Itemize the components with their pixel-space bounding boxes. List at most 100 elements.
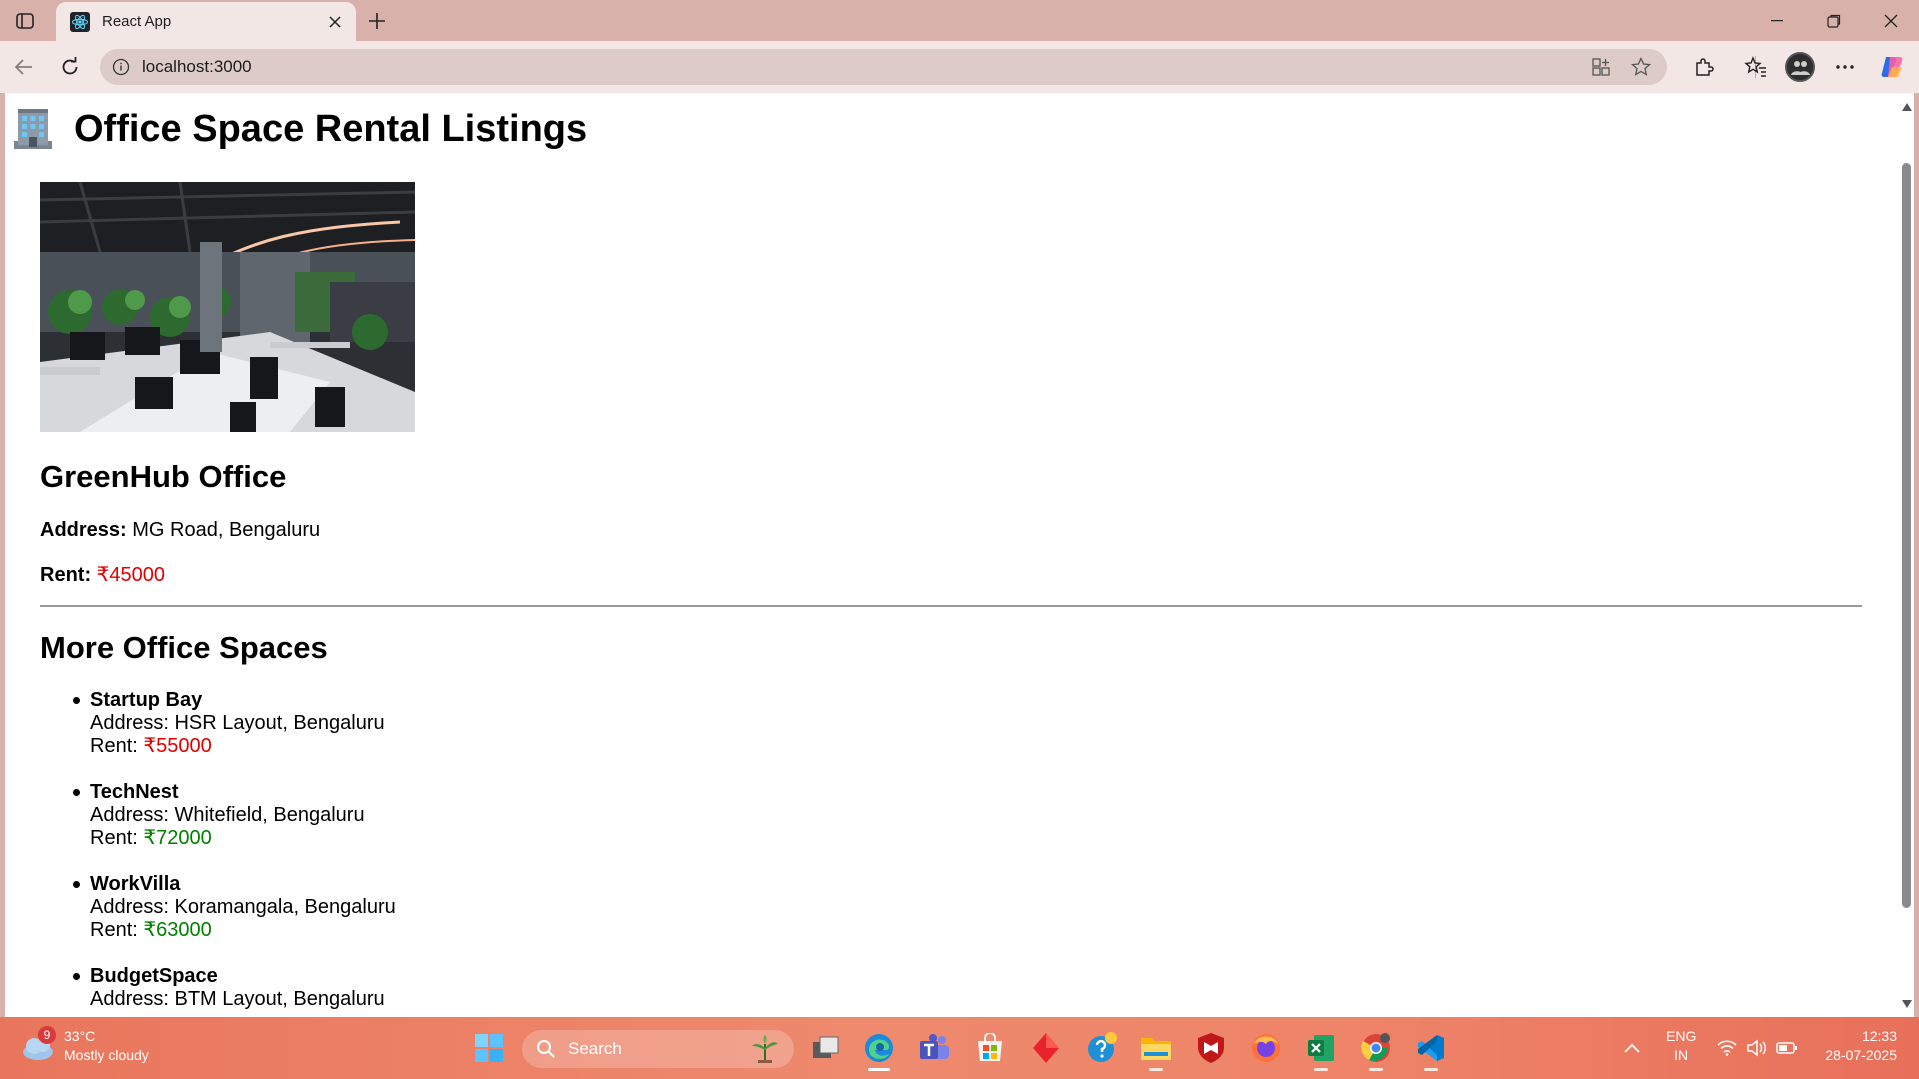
teams-icon[interactable] xyxy=(917,1031,951,1065)
scroll-down-arrow-icon[interactable] xyxy=(1901,998,1913,1010)
office-name: WorkVilla xyxy=(90,873,181,895)
rent-label: Rent: xyxy=(90,735,144,757)
vscode-icon[interactable] xyxy=(1414,1031,1448,1071)
windows-taskbar: 9 33°C Mostly cloudy Search ENG IN 12:33… xyxy=(0,1017,1919,1079)
browser-toolbar: localhost:3000 xyxy=(0,41,1919,93)
close-window-icon[interactable] xyxy=(1862,0,1919,41)
list-item: WorkVilla Address: Koramangala, Bengalur… xyxy=(40,873,396,965)
clock-time: 12:33 xyxy=(1861,1028,1897,1044)
clock-date: 28-07-2025 xyxy=(1825,1047,1897,1063)
windows-start-icon[interactable] xyxy=(474,1033,504,1063)
react-logo-icon xyxy=(70,11,90,32)
minimize-icon[interactable] xyxy=(1748,0,1805,41)
page-title-text: Office Space Rental Listings xyxy=(74,107,588,150)
browser-tab-active[interactable]: React App xyxy=(56,2,356,41)
page-viewport: Office Space Rental Listings GreenHub Of… xyxy=(5,93,1899,1017)
list-item: Startup Bay Address: HSR Layout, Bengalu… xyxy=(40,689,396,781)
weather-widget[interactable]: 9 33°C Mostly cloudy xyxy=(20,1026,149,1065)
microsoft-store-icon[interactable] xyxy=(973,1031,1007,1065)
office-name: BudgetSpace xyxy=(90,965,218,987)
plant-icon xyxy=(752,1035,778,1063)
weather-badge: 9 xyxy=(38,1026,56,1044)
battery-icon[interactable] xyxy=(1770,1031,1804,1065)
red-diamond-app-icon[interactable] xyxy=(1029,1031,1063,1065)
rent-label: Rent: xyxy=(90,919,144,941)
office-rent: Rent: ₹63000 xyxy=(90,919,396,942)
rent-label: Rent: xyxy=(40,564,92,586)
weather-condition: Mostly cloudy xyxy=(64,1047,149,1063)
search-label: Search xyxy=(568,1039,622,1058)
copilot-icon[interactable] xyxy=(1876,51,1908,83)
back-arrow-icon[interactable] xyxy=(10,53,38,81)
close-tab-icon[interactable] xyxy=(326,13,344,31)
file-explorer-icon[interactable] xyxy=(1139,1031,1173,1071)
tab-title: React App xyxy=(102,13,172,30)
horizontal-rule xyxy=(40,605,1862,607)
app-available-icon[interactable] xyxy=(1587,53,1615,81)
more-offices-heading: More Office Spaces xyxy=(40,630,328,665)
wifi-icon[interactable] xyxy=(1710,1031,1744,1065)
system-clock[interactable]: 12:33 28-07-2025 xyxy=(1825,1027,1897,1065)
refresh-icon[interactable] xyxy=(56,53,84,81)
help-icon[interactable] xyxy=(1085,1031,1119,1065)
temperature: 33°C xyxy=(64,1028,96,1044)
office-address: Address: HSR Layout, Bengaluru xyxy=(90,712,385,734)
office-building-icon xyxy=(14,109,52,149)
rent-value: ₹72000 xyxy=(143,827,212,849)
taskbar-search[interactable]: Search xyxy=(522,1030,794,1068)
office-rent: Rent: ₹55000 xyxy=(90,735,396,758)
office-name: TechNest xyxy=(90,781,179,803)
sidebar-toggle-icon[interactable] xyxy=(12,10,38,32)
office-list: Startup Bay Address: HSR Layout, Bengalu… xyxy=(40,689,396,1017)
search-icon xyxy=(537,1040,555,1058)
office-address: Address: Whitefield, Bengaluru xyxy=(90,804,365,826)
rent-value: ₹63000 xyxy=(143,919,212,941)
address-label: Address: xyxy=(40,519,127,541)
window-controls xyxy=(1748,0,1919,41)
featured-address: Address: MG Road, Bengaluru xyxy=(40,519,320,542)
mcafee-shield-icon[interactable] xyxy=(1194,1031,1228,1065)
url-text: localhost:3000 xyxy=(142,57,252,76)
edge-browser-icon[interactable] xyxy=(862,1031,896,1071)
site-info-icon[interactable] xyxy=(110,56,132,78)
page-scrollbar[interactable] xyxy=(1899,93,1914,1017)
more-options-icon[interactable] xyxy=(1829,51,1861,83)
language-indicator[interactable]: ENG IN xyxy=(1666,1027,1696,1065)
office-photo xyxy=(40,182,415,432)
office-address: Address: BTM Layout, Bengaluru xyxy=(90,988,385,1010)
restore-icon[interactable] xyxy=(1805,0,1862,41)
bullet-icon xyxy=(73,881,80,888)
cloud-icon: 9 xyxy=(20,1026,56,1062)
profile-avatar[interactable] xyxy=(1784,51,1816,83)
office-name: Startup Bay xyxy=(90,689,203,711)
bullet-icon xyxy=(73,697,80,704)
address-bar[interactable]: localhost:3000 xyxy=(100,49,1667,85)
address-value: MG Road, Bengaluru xyxy=(132,519,321,541)
bullet-icon xyxy=(73,789,80,796)
office-rent: Rent: ₹72000 xyxy=(90,827,396,850)
featured-office-name: GreenHub Office xyxy=(40,459,287,494)
page-title: Office Space Rental Listings xyxy=(12,107,587,151)
language-code: ENG xyxy=(1666,1028,1697,1044)
firefox-icon[interactable] xyxy=(1249,1031,1283,1065)
volume-icon[interactable] xyxy=(1740,1031,1774,1065)
region-code: IN xyxy=(1674,1047,1689,1063)
bullet-icon xyxy=(73,973,80,980)
show-hidden-icons-chevron[interactable] xyxy=(1615,1031,1649,1065)
featured-rent: Rent: ₹45000 xyxy=(40,562,165,587)
list-item: BudgetSpace Address: BTM Layout, Bengalu… xyxy=(40,965,396,1017)
task-view-icon[interactable] xyxy=(809,1031,843,1065)
rent-label: Rent: xyxy=(90,827,144,849)
excel-icon[interactable] xyxy=(1304,1031,1338,1071)
rent-value: ₹45000 xyxy=(96,564,166,586)
scroll-up-arrow-icon[interactable] xyxy=(1901,101,1913,113)
browser-title-bar: React App xyxy=(0,0,1919,41)
scrollbar-thumb[interactable] xyxy=(1902,163,1911,908)
favorites-icon[interactable] xyxy=(1740,51,1772,83)
chrome-icon[interactable] xyxy=(1359,1031,1393,1071)
favorite-star-icon[interactable] xyxy=(1627,53,1655,81)
extensions-puzzle-icon[interactable] xyxy=(1688,51,1720,83)
list-item: TechNest Address: Whitefield, Bengaluru … xyxy=(40,781,396,873)
rent-value: ₹55000 xyxy=(143,735,212,757)
new-tab-icon[interactable] xyxy=(364,8,390,34)
